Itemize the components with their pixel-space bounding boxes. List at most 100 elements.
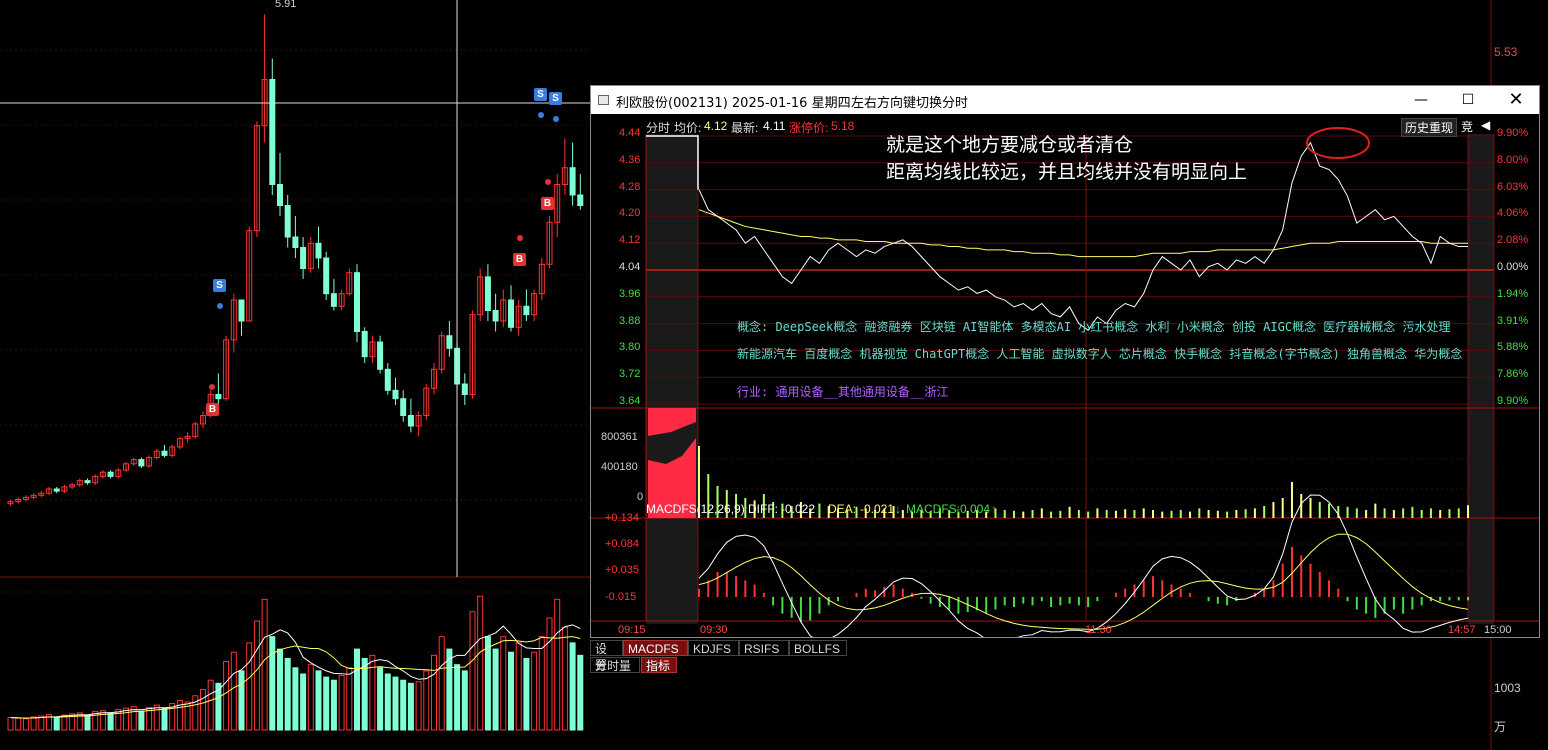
candle-body	[384, 368, 391, 391]
macd-diff-arrow: ↓	[817, 502, 823, 516]
sub-tab[interactable]: 指标	[641, 657, 677, 673]
candle-body	[377, 341, 384, 370]
bid-button[interactable]: 竞	[1461, 118, 1473, 135]
sell-signal-badge[interactable]: S	[549, 92, 562, 105]
volume-bar	[361, 657, 368, 731]
macd-value-label: MACDFS:	[906, 502, 960, 516]
candle-body	[461, 383, 468, 395]
macd-value: -0.004	[956, 502, 991, 516]
indicator-tab[interactable]: BOLLFS	[789, 640, 847, 656]
price-axis-right-label: 0.00%	[1497, 261, 1529, 273]
volume-unit-label: 万	[1494, 720, 1507, 734]
volume-bar	[38, 715, 45, 731]
price-axis-right-label: 9.90%	[1497, 395, 1529, 407]
signal-dot	[517, 235, 523, 241]
popup-title-bar[interactable]: 利欧股份(002131) 2025-01-16 星期四 左右方向键切换分时 — …	[591, 86, 1539, 114]
sub-tab[interactable]: 分时量	[590, 657, 640, 673]
trade-signals	[209, 112, 559, 390]
signal-dot	[217, 303, 223, 309]
macd-axis-label: +0.035	[605, 564, 639, 576]
volume-bar	[300, 673, 307, 731]
volume-bar	[523, 657, 530, 731]
volume-bar	[546, 617, 553, 731]
volume-bar	[22, 718, 29, 731]
volume-bar	[15, 717, 22, 731]
volume-bar	[538, 636, 545, 731]
volume-bar	[500, 636, 507, 731]
history-replay-button[interactable]: 历史重现	[1401, 118, 1458, 137]
volume-bar	[384, 673, 391, 731]
time-axis-label: 11:30	[1085, 624, 1112, 636]
candle-body	[400, 398, 407, 417]
close-icon[interactable]: ✕	[1493, 86, 1539, 114]
back-arrow-icon[interactable]: ◀	[1481, 118, 1490, 132]
volume-axis-label: 400180	[601, 461, 638, 473]
intraday-chart	[591, 127, 1539, 637]
price-axis-left-label: 3.72	[619, 368, 641, 381]
time-axis-label: 09:15	[618, 624, 646, 636]
highlight-ellipse	[1306, 127, 1370, 159]
signal-dot	[553, 116, 559, 122]
annotation-line-1: 就是这个地方要减仓或者清仓	[886, 134, 1134, 156]
candle-body	[277, 184, 283, 206]
macd-value-arrow: ↑	[991, 502, 997, 516]
volume-bar	[492, 648, 499, 731]
background-candles	[7, 14, 584, 506]
candle-body	[107, 471, 114, 477]
buy-signal-badge[interactable]: B	[513, 253, 526, 266]
indicator-tab[interactable]: MACDFS	[623, 640, 688, 656]
volume-bar	[284, 657, 291, 731]
candle-body	[577, 194, 584, 206]
candle-body	[292, 236, 299, 248]
volume-bar	[561, 626, 568, 731]
app-window-icon	[598, 95, 609, 105]
volume-bar	[369, 654, 376, 731]
buy-signal-badge[interactable]: B	[206, 403, 219, 416]
intraday-grid	[591, 134, 1539, 624]
header-limit-label: 涨停价:	[789, 121, 829, 135]
volume-bar	[346, 667, 353, 731]
intraday-popup-window[interactable]: 利欧股份(002131) 2025-01-16 星期四 左右方向键切换分时 — …	[590, 85, 1540, 638]
minimize-icon[interactable]: —	[1398, 86, 1444, 114]
maximize-icon[interactable]: ☐	[1445, 86, 1491, 114]
macd-axis-label: +0.134	[605, 512, 639, 524]
header-latest-value: 4.11	[763, 119, 786, 133]
buy-signal-badge[interactable]: B	[541, 197, 554, 210]
candle-body	[84, 480, 91, 484]
macd-dea-value: -0.021	[860, 502, 895, 516]
volume-bar	[153, 704, 160, 731]
volume-bar	[569, 642, 576, 731]
volume-bar	[238, 670, 245, 731]
sell-signal-badge[interactable]: S	[534, 88, 547, 101]
volume-bar	[338, 675, 345, 731]
volume-bar	[223, 661, 230, 731]
volume-bar	[138, 710, 145, 731]
volume-bar	[446, 648, 453, 731]
volume-bar	[207, 679, 214, 731]
macd-diff-value: -0.022	[781, 502, 816, 516]
closing-region	[1468, 134, 1494, 624]
sell-signal-badge[interactable]: S	[213, 279, 226, 292]
indicator-tab[interactable]: KDJFS	[688, 640, 739, 656]
indicator-tab[interactable]: RSIFS	[739, 640, 789, 656]
candle-body	[161, 450, 168, 456]
industry-line: 行业: 通用设备__其他通用设备__浙江	[737, 385, 949, 399]
candle-body	[300, 247, 307, 269]
candle-body	[284, 205, 291, 238]
volume-bar	[107, 712, 114, 731]
macd-axis-label: +0.084	[605, 538, 639, 550]
price-axis-left-label: 4.44	[619, 127, 641, 139]
price-axis-right-label: 2.08%	[1497, 234, 1529, 247]
volume-bar	[330, 679, 337, 731]
premarket-region	[646, 134, 698, 624]
volume-bar	[400, 679, 407, 731]
volume-bar	[30, 716, 37, 731]
volume-bar	[53, 717, 60, 731]
price-axis-right-label: 7.86%	[1497, 368, 1529, 381]
indicator-tab[interactable]: 设置	[590, 640, 623, 672]
candle-body	[323, 257, 330, 295]
right-top-price-label: 5.53	[1494, 45, 1518, 59]
popup-title: 利欧股份(002131) 2025-01-16 星期四	[616, 96, 851, 111]
volume-bar	[230, 651, 237, 731]
price-axis-left-label: 4.04	[619, 261, 641, 273]
